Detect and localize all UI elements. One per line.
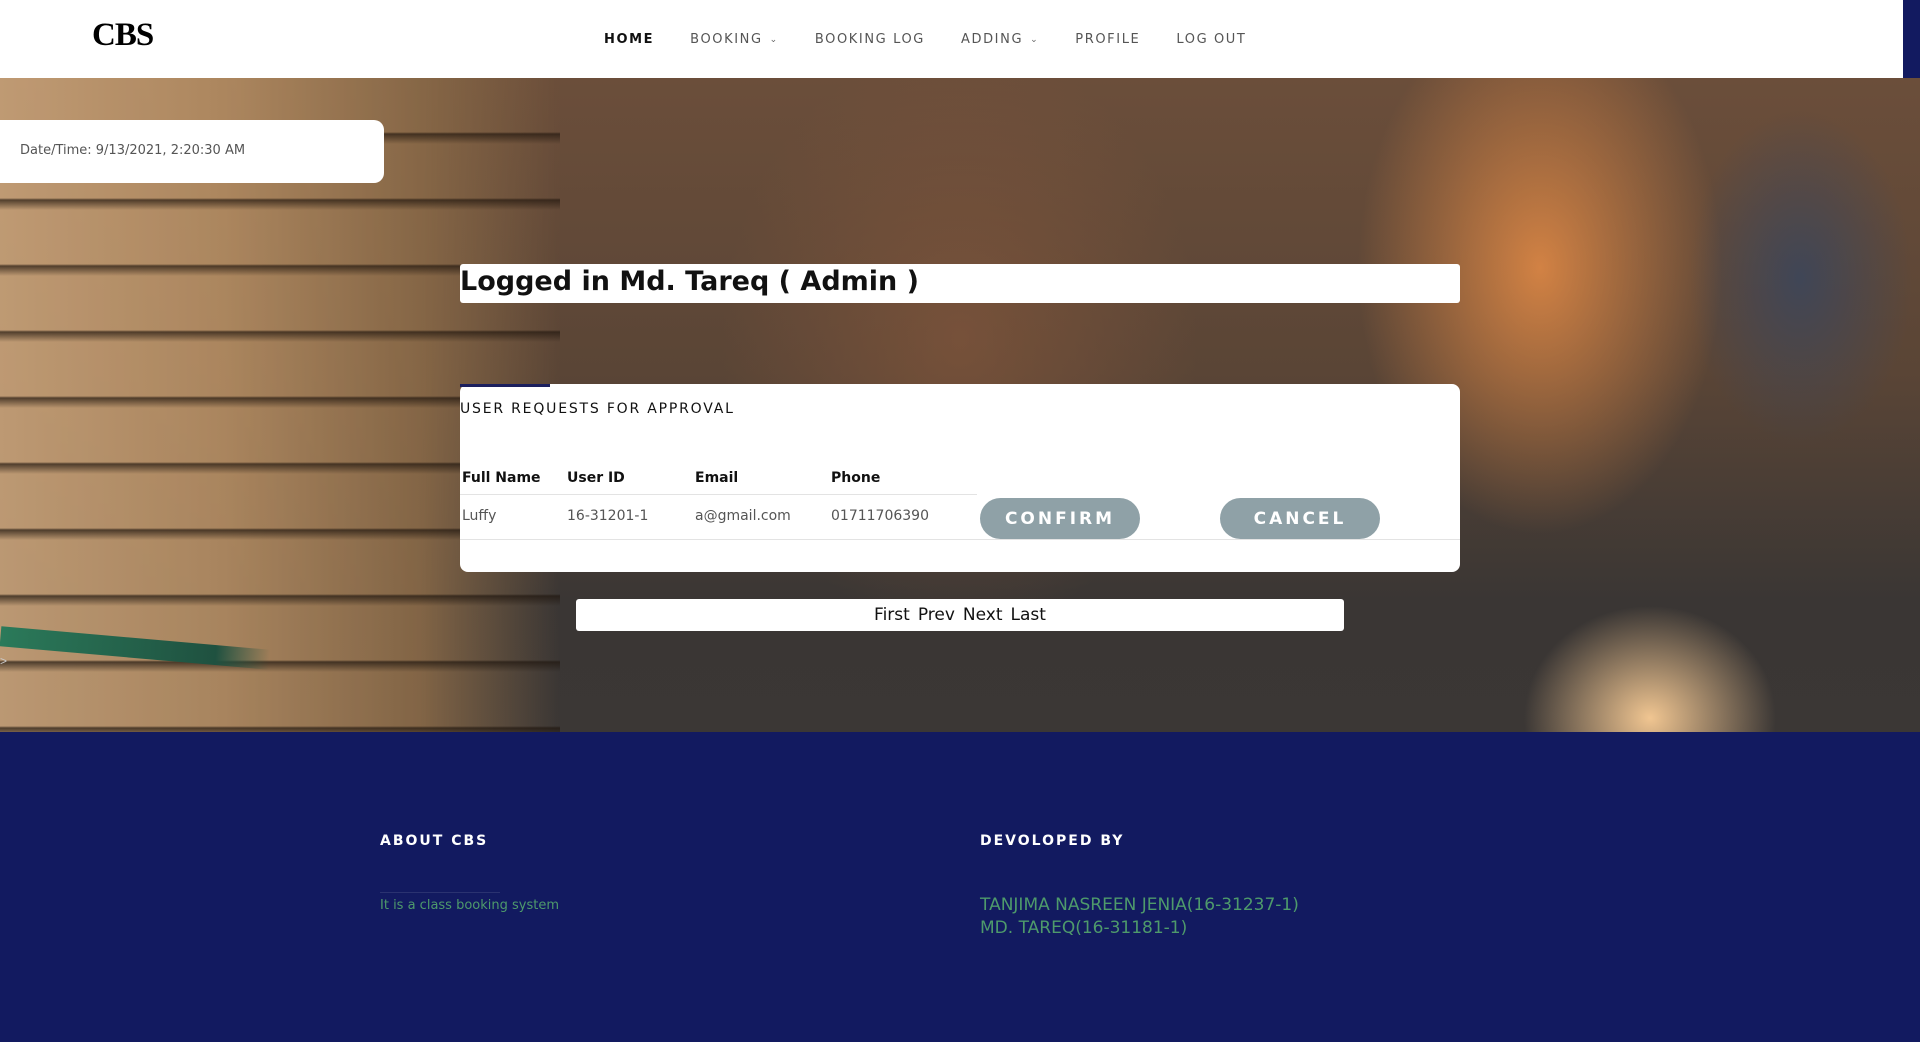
- developer-name: MD. TAREQ(16-31181-1): [980, 918, 1188, 938]
- brand-logo[interactable]: CBS: [92, 17, 154, 54]
- cell-full-name: Luffy: [462, 508, 497, 524]
- pager-next[interactable]: Next: [963, 605, 1003, 625]
- cell-email: a@gmail.com: [695, 508, 791, 524]
- chevron-down-icon: ⌄: [769, 35, 779, 45]
- nav-booking[interactable]: BOOKING ⌄: [690, 32, 779, 47]
- datetime-card: Date/Time: 9/13/2021, 2:20:30 AM: [0, 120, 384, 183]
- nav-booking-label: BOOKING: [690, 31, 763, 47]
- nav-booking-log[interactable]: BOOKING LOG: [815, 32, 925, 47]
- logged-in-text: Logged in Md. Tareq ( Admin ): [460, 266, 919, 297]
- col-user-id: User ID: [567, 470, 625, 486]
- row-divider: [460, 539, 1460, 540]
- pager-last[interactable]: Last: [1011, 605, 1046, 625]
- nav-profile-label: PROFILE: [1075, 31, 1141, 47]
- nav-home-label: HOME: [604, 31, 655, 47]
- col-email: Email: [695, 470, 739, 486]
- nav-adding[interactable]: ADDING ⌄: [961, 32, 1039, 47]
- cell-user-id: 16-31201-1: [567, 508, 649, 524]
- about-heading: ABOUT CBS: [380, 833, 489, 849]
- pagination: First Prev Next Last: [576, 599, 1344, 631]
- developer-name: TANJIMA NASREEN JENIA(16-31237-1): [980, 895, 1299, 915]
- nav-home[interactable]: HOME: [604, 32, 654, 47]
- about-divider: [380, 892, 500, 893]
- developer-list: TANJIMA NASREEN JENIA(16-31237-1) MD. TA…: [980, 894, 1299, 940]
- panel-accent-bar: [460, 384, 550, 387]
- side-caret-icon: >: [0, 654, 8, 668]
- logged-in-banner: Logged in Md. Tareq ( Admin ): [460, 264, 1460, 303]
- pager-first[interactable]: First: [874, 605, 910, 625]
- requests-title: USER REQUESTS FOR APPROVAL: [460, 401, 735, 417]
- nav-booking-log-label: BOOKING LOG: [814, 31, 925, 47]
- pager-prev[interactable]: Prev: [918, 605, 955, 625]
- footer: ABOUT CBS It is a class booking system D…: [0, 732, 1920, 1042]
- col-full-name: Full Name: [462, 470, 541, 486]
- chevron-down-icon: ⌄: [1030, 35, 1040, 45]
- nav-profile[interactable]: PROFILE: [1075, 32, 1140, 47]
- main-nav: HOME BOOKING ⌄ BOOKING LOG ADDING ⌄ PROFIL…: [604, 0, 1282, 78]
- confirm-button[interactable]: CONFIRM: [980, 498, 1140, 539]
- nav-adding-label: ADDING: [960, 31, 1024, 47]
- nav-logout[interactable]: LOG OUT: [1176, 32, 1246, 47]
- developed-by-heading: DEVOLOPED BY: [980, 833, 1125, 849]
- cell-phone: 01711706390: [831, 508, 929, 524]
- user-requests-panel: USER REQUESTS FOR APPROVAL Full Name Use…: [460, 384, 1460, 572]
- nav-logout-label: LOG OUT: [1176, 31, 1247, 47]
- top-navbar: CBS HOME BOOKING ⌄ BOOKING LOG ADDING ⌄ PR…: [0, 0, 1903, 78]
- col-phone: Phone: [831, 470, 881, 486]
- cancel-button[interactable]: CANCEL: [1220, 498, 1380, 539]
- about-text: It is a class booking system: [380, 898, 560, 913]
- header-divider: [460, 494, 977, 495]
- datetime-text: Date/Time: 9/13/2021, 2:20:30 AM: [20, 143, 246, 158]
